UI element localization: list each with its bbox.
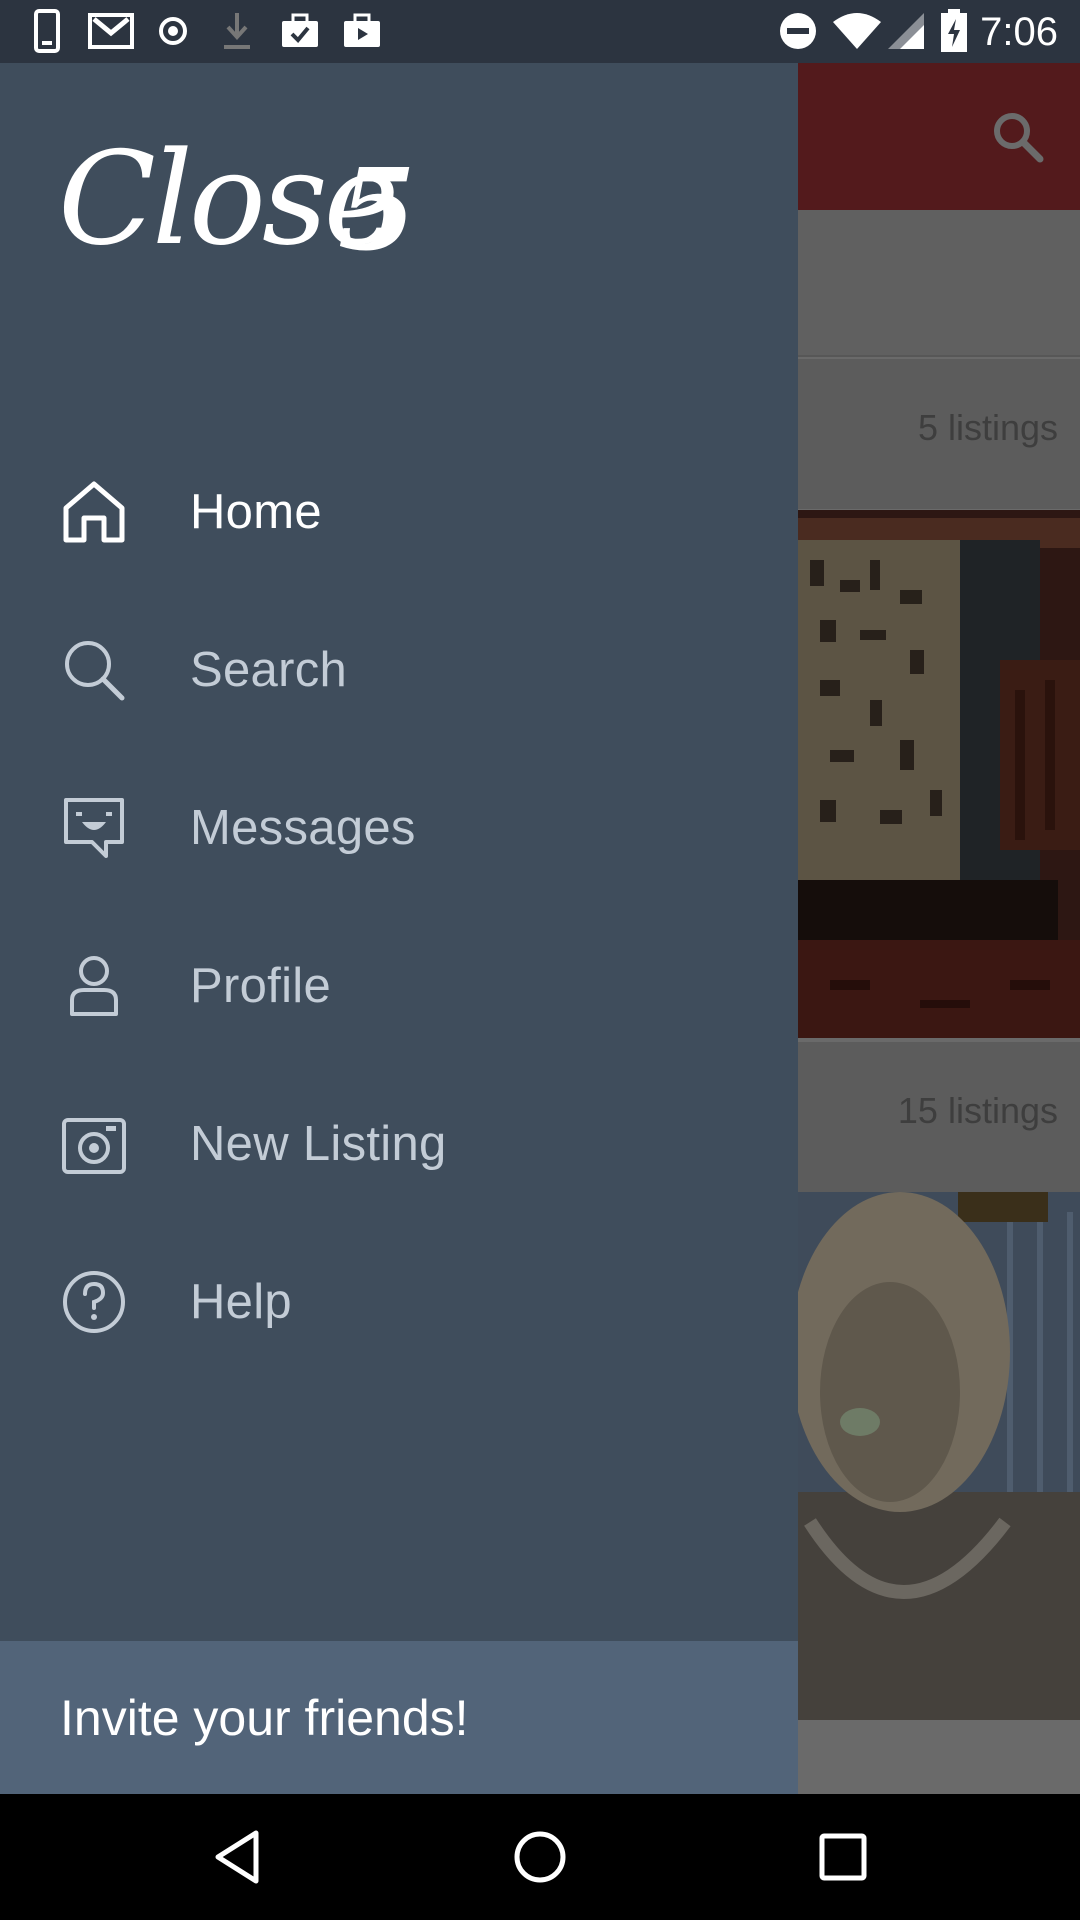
camera-icon: [60, 1110, 128, 1178]
do-not-disturb-icon: [778, 10, 818, 52]
category-count: 15 listings: [897, 1090, 1058, 1131]
close5-logo: Close 5: [58, 123, 418, 276]
briefcase-check-icon: [280, 10, 320, 52]
menu-item-label: Help: [190, 1275, 292, 1329]
menu-item-label: Messages: [190, 801, 416, 855]
search-icon: [60, 636, 128, 704]
phone-icon: [32, 9, 62, 53]
cell-signal-icon: [886, 10, 926, 52]
menu-item-new-listing[interactable]: New Listing: [0, 1065, 798, 1223]
system-nav-bar: [0, 1794, 1080, 1920]
profile-icon: [60, 952, 128, 1020]
drawer-menu: Home Search Messages Profile New Listing: [0, 433, 798, 1381]
menu-item-profile[interactable]: Profile: [0, 907, 798, 1065]
invite-label: Invite your friends!: [60, 1689, 469, 1746]
messages-icon: [60, 794, 128, 862]
home-circle-icon[interactable]: [507, 1824, 573, 1890]
menu-item-label: Home: [190, 485, 322, 539]
search-icon[interactable]: [990, 109, 1046, 165]
status-bar: 7:06: [0, 0, 1080, 63]
home-icon: [60, 478, 128, 546]
menu-item-label: Profile: [190, 959, 331, 1013]
svg-text:5: 5: [338, 145, 416, 273]
menu-item-messages[interactable]: Messages: [0, 749, 798, 907]
recents-icon[interactable]: [810, 1824, 876, 1890]
navigation-drawer: Close 5 Home Search Messages Profile New…: [0, 63, 798, 1794]
briefcase-icon: [342, 10, 382, 52]
download-icon: [222, 10, 252, 52]
status-time: 7:06: [980, 10, 1058, 54]
menu-item-search[interactable]: Search: [0, 591, 798, 749]
wifi-icon: [832, 10, 882, 52]
menu-item-label: Search: [190, 643, 348, 697]
invite-friends-button[interactable]: Invite your friends!: [0, 1641, 798, 1794]
menu-item-home[interactable]: Home: [0, 433, 798, 591]
menu-item-label: New Listing: [190, 1117, 447, 1171]
category-count: 5 listings: [917, 407, 1058, 448]
gmail-icon: [88, 10, 134, 52]
record-icon: [158, 10, 188, 52]
back-icon[interactable]: [204, 1824, 270, 1890]
help-icon: [60, 1268, 128, 1336]
menu-item-help[interactable]: Help: [0, 1223, 798, 1381]
battery-charging-icon: [940, 9, 968, 52]
